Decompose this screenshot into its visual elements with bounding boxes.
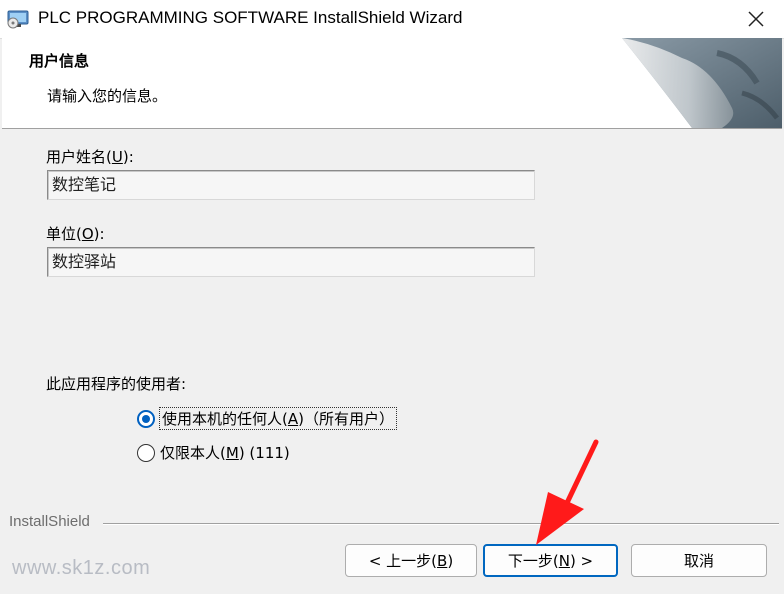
- organization-input[interactable]: 数控驿站: [47, 247, 535, 277]
- installer-app-icon: [7, 10, 29, 29]
- radio-checked-icon[interactable]: [137, 409, 155, 428]
- header-graphic: [622, 38, 782, 128]
- radio-only-me-label: 仅限本人(M) (111): [160, 444, 290, 462]
- watermark-text: www.sk1z.com: [12, 557, 151, 579]
- page-subtitle: 请输入您的信息。: [47, 87, 168, 105]
- footer-divider: [103, 523, 779, 525]
- radio-all-users[interactable]: 使用本机的任何人(A)（所有用户）: [137, 407, 397, 430]
- back-button[interactable]: < 上一步(B): [345, 544, 477, 577]
- page-title: 用户信息: [29, 52, 90, 70]
- close-button[interactable]: [728, 0, 784, 38]
- radio-only-me[interactable]: 仅限本人(M) (111): [137, 442, 290, 463]
- username-label: 用户姓名(U):: [46, 148, 134, 166]
- close-icon: [748, 11, 764, 27]
- organization-label: 单位(O):: [46, 225, 105, 243]
- installshield-brand: InstallShield: [9, 513, 90, 530]
- radio-unchecked-icon[interactable]: [137, 443, 155, 462]
- cancel-button[interactable]: 取消: [631, 544, 767, 577]
- usage-label: 此应用程序的使用者:: [46, 375, 187, 393]
- dialog-header: 用户信息 请输入您的信息。: [2, 38, 782, 129]
- title-bar: PLC PROGRAMMING SOFTWARE InstallShield W…: [0, 0, 784, 39]
- window-title: PLC PROGRAMMING SOFTWARE InstallShield W…: [38, 8, 463, 27]
- username-input[interactable]: 数控笔记: [47, 170, 535, 200]
- radio-all-users-label: 使用本机的任何人(A)（所有用户）: [159, 407, 397, 430]
- next-button[interactable]: 下一步(N) >: [483, 544, 618, 577]
